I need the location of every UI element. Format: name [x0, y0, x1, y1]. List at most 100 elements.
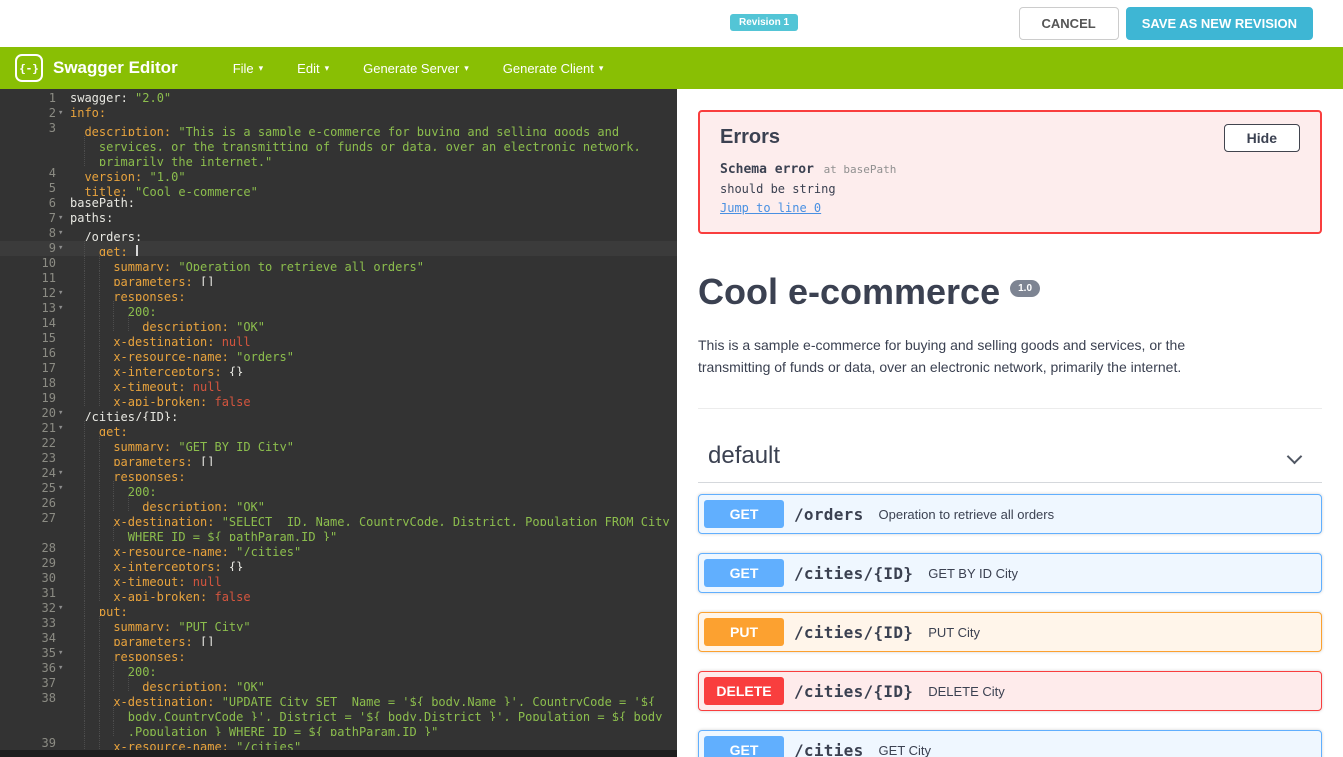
code-text: get: [70, 421, 677, 436]
code-line[interactable]: 19 x-api-broken: false [0, 391, 677, 406]
fold-icon[interactable]: ▾ [56, 211, 70, 226]
code-line[interactable]: 14 description: "OK" [0, 316, 677, 331]
indent-guide [99, 436, 113, 451]
fold-icon[interactable]: ▾ [56, 646, 70, 661]
chevron-down-icon[interactable] [1287, 449, 1303, 465]
fold-icon[interactable]: ▾ [56, 406, 70, 421]
code-line[interactable]: primarily the internet." [0, 151, 677, 166]
section-default[interactable]: default [698, 409, 1322, 483]
indent-guide [84, 616, 98, 631]
code-line[interactable]: 15 x-destination: null [0, 331, 677, 346]
code-line[interactable]: 10 summary: "Operation to retrieve all o… [0, 256, 677, 271]
code-line[interactable]: 4 version: "1.0" [0, 166, 677, 181]
gutter-cell: 13▾ [0, 301, 70, 316]
code-line[interactable]: 32▾ put: [0, 601, 677, 616]
code-line[interactable]: 17 x-interceptors: {} [0, 361, 677, 376]
code-line[interactable]: 34 parameters: [] [0, 631, 677, 646]
jump-to-line-link[interactable]: Jump to line 0 [720, 201, 821, 215]
code-line[interactable]: 3 description: "This is a sample e-comme… [0, 121, 677, 136]
fold-icon[interactable]: ▾ [56, 286, 70, 301]
fold-slot [56, 616, 70, 631]
save-as-new-revision-button[interactable]: SAVE AS NEW REVISION [1126, 7, 1313, 40]
code-line[interactable]: 23 parameters: [] [0, 451, 677, 466]
code-line[interactable]: 11 parameters: [] [0, 271, 677, 286]
fold-icon[interactable]: ▾ [56, 421, 70, 436]
code-line[interactable]: services, or the transmitting of funds o… [0, 136, 677, 151]
indent-guide [70, 601, 84, 616]
line-number: 22 [42, 436, 56, 451]
indent-guide [99, 586, 113, 601]
gutter-cell: 22 [0, 436, 70, 451]
code-line[interactable]: 39 x-resource-name: "/cities" [0, 736, 677, 751]
indent-guide [70, 421, 84, 436]
line-number: 38 [42, 691, 56, 706]
code-line[interactable]: 38 x-destination: "UPDATE City SET Name … [0, 691, 677, 706]
code-line[interactable]: 5 title: "Cool e-commerce" [0, 181, 677, 196]
line-number: 14 [42, 316, 56, 331]
fold-slot [56, 631, 70, 646]
fold-icon[interactable]: ▾ [56, 301, 70, 316]
code-line[interactable]: 6basePath: [0, 196, 677, 211]
code-line[interactable]: 20▾ /cities/{ID}: [0, 406, 677, 421]
fold-icon[interactable]: ▾ [56, 226, 70, 241]
code-text: primarily the internet." [70, 151, 677, 166]
code-line[interactable]: 28 x-resource-name: "/cities" [0, 541, 677, 556]
code-line[interactable]: .Population } WHERE ID = ${ pathParam.ID… [0, 721, 677, 736]
menu-file[interactable]: File▾ [233, 61, 263, 76]
code-line[interactable]: 1swagger: "2.0" [0, 91, 677, 106]
indent-guide [99, 451, 113, 466]
fold-slot [56, 166, 70, 181]
menu-edit[interactable]: Edit▾ [297, 61, 329, 76]
fold-icon[interactable]: ▾ [56, 661, 70, 676]
code-line[interactable]: 37 description: "OK" [0, 676, 677, 691]
hide-errors-button[interactable]: Hide [1224, 124, 1300, 152]
code-line[interactable]: 27 x-destination: "SELECT ID, Name, Coun… [0, 511, 677, 526]
code-line[interactable]: body.CountryCode }', District = '${ body… [0, 706, 677, 721]
code-line[interactable]: 16 x-resource-name: "orders" [0, 346, 677, 361]
code-editor[interactable]: 1swagger: "2.0"2▾info:3 description: "Th… [0, 89, 677, 757]
operation-delete-cities-id[interactable]: DELETE/cities/{ID}DELETE City [698, 671, 1322, 711]
fold-icon[interactable]: ▾ [56, 601, 70, 616]
fold-icon[interactable]: ▾ [56, 481, 70, 496]
indent-guide [113, 526, 127, 541]
code-line[interactable]: 31 x-api-broken: false [0, 586, 677, 601]
editor-horizontal-scrollbar[interactable] [0, 750, 677, 757]
errors-panel: Errors Hide Schema error at basePath sho… [698, 110, 1322, 234]
code-line[interactable]: 9▾ get: [0, 241, 677, 256]
code-line[interactable]: 33 summary: "PUT City" [0, 616, 677, 631]
fold-slot [56, 196, 70, 211]
line-number: 10 [42, 256, 56, 271]
code-line[interactable]: 21▾ get: [0, 421, 677, 436]
operation-get-cities-id[interactable]: GET/cities/{ID}GET BY ID City [698, 553, 1322, 593]
operation-get-orders[interactable]: GET/ordersOperation to retrieve all orde… [698, 494, 1322, 534]
code-line[interactable]: 35▾ responses: [0, 646, 677, 661]
code-line[interactable]: 26 description: "OK" [0, 496, 677, 511]
code-line[interactable]: 36▾ 200: [0, 661, 677, 676]
code-line[interactable]: 18 x-timeout: null [0, 376, 677, 391]
code-line[interactable]: 12▾ responses: [0, 286, 677, 301]
code-line[interactable]: 13▾ 200: [0, 301, 677, 316]
operation-put-cities-id[interactable]: PUT/cities/{ID}PUT City [698, 612, 1322, 652]
code-line[interactable]: 7▾paths: [0, 211, 677, 226]
code-text: x-destination: "UPDATE City SET Name = '… [70, 691, 677, 706]
code-line[interactable]: 8▾ /orders: [0, 226, 677, 241]
errors-title: Errors [720, 124, 780, 149]
fold-icon[interactable]: ▾ [56, 466, 70, 481]
indent-guide [70, 676, 84, 691]
fold-icon[interactable]: ▾ [56, 106, 70, 121]
code-line[interactable]: 22 summary: "GET BY ID City" [0, 436, 677, 451]
operation-summary: PUT City [928, 625, 980, 640]
code-line[interactable]: 2▾info: [0, 106, 677, 121]
cancel-button[interactable]: CANCEL [1019, 7, 1119, 40]
code-line[interactable]: 30 x-timeout: null [0, 571, 677, 586]
menu-generate-server[interactable]: Generate Server▾ [363, 61, 469, 76]
code-line[interactable]: 24▾ responses: [0, 466, 677, 481]
code-line[interactable]: 25▾ 200: [0, 481, 677, 496]
code-line[interactable]: WHERE ID = ${ pathParam.ID }" [0, 526, 677, 541]
code-text: description: "OK" [70, 676, 677, 691]
menu-generate-client[interactable]: Generate Client▾ [503, 61, 604, 76]
fold-icon[interactable]: ▾ [56, 241, 70, 256]
menu-bar: File▾ Edit▾ Generate Server▾ Generate Clien… [233, 61, 604, 76]
code-line[interactable]: 29 x-interceptors: {} [0, 556, 677, 571]
operation-get-cities[interactable]: GET/citiesGET City [698, 730, 1322, 757]
